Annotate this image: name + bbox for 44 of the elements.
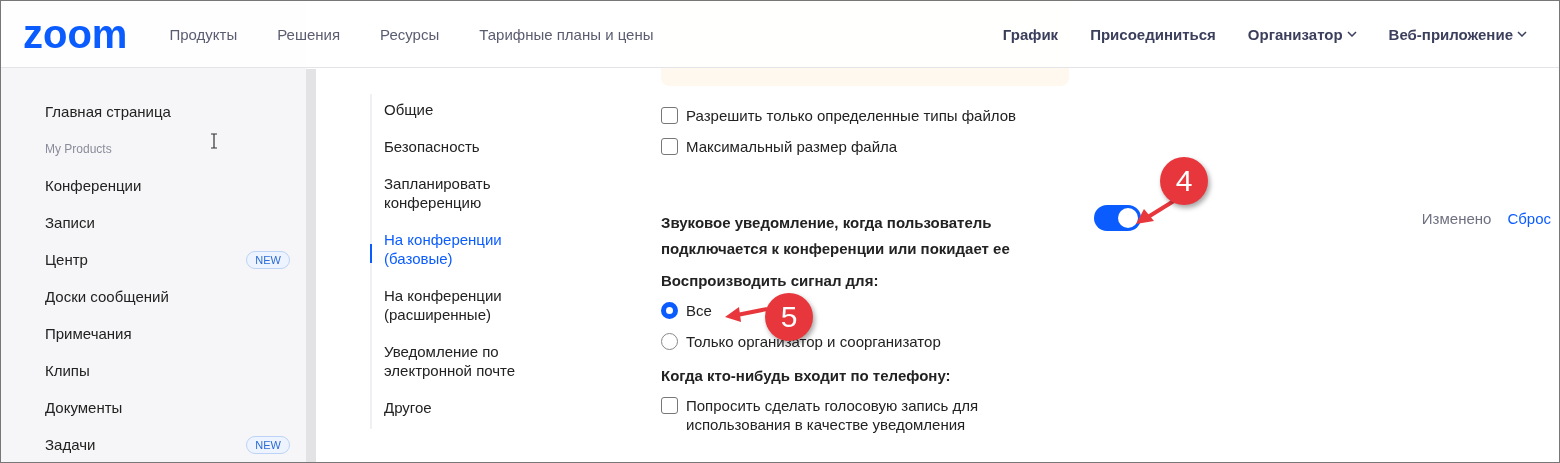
sidebar-item[interactable]: Центр NEW — [45, 241, 306, 278]
sidebar-item[interactable]: Документы — [45, 389, 306, 426]
nav-dropdown[interactable]: Веб-приложение — [1388, 25, 1527, 43]
sidebar-item[interactable]: Записи — [45, 204, 306, 241]
nav-link[interactable]: График — [1002, 25, 1059, 43]
sidebar-item[interactable]: Конференции — [45, 167, 306, 204]
checkbox-label: Разрешить только определенные типы файлов — [686, 106, 1016, 125]
settings-menu-item[interactable]: Уведомление по электронной почте — [372, 336, 532, 386]
modified-status: Изменено — [1421, 210, 1492, 227]
setting-heading: Когда кто-нибудь входит по телефону: — [661, 367, 952, 384]
nav-link[interactable]: Продукты — [169, 25, 238, 43]
setting-heading: Воспроизводить сигнал для: — [661, 272, 880, 289]
sidebar-item[interactable]: Клипы — [45, 352, 306, 389]
settings-menu-item[interactable]: На конференции (базовые) — [372, 224, 532, 274]
nav-link[interactable]: Ресурсы — [380, 25, 440, 43]
nav-link[interactable]: Тарифные планы и цены — [479, 25, 654, 43]
sidebar-item[interactable]: Примечания — [45, 315, 306, 352]
zoom-logo[interactable]: zoom — [23, 11, 128, 57]
new-badge: NEW — [246, 250, 290, 269]
checkbox[interactable] — [661, 107, 678, 124]
checkbox-label: Максимальный размер файла — [686, 137, 898, 156]
setting-title: Звуковое уведомление, когда пользователь подключается к конференции или покидает ее — [661, 213, 1011, 259]
settings-menu-item[interactable]: Запланировать конференцию — [372, 168, 532, 218]
sidebar-item[interactable]: Главная страница — [45, 93, 306, 130]
new-badge: NEW — [246, 435, 290, 454]
radio-label: Все — [686, 301, 712, 320]
settings-menu-item[interactable]: На конференции (расширенные) — [372, 280, 532, 330]
nav-link[interactable]: Присоединиться — [1090, 25, 1216, 43]
nav-link[interactable]: Решения — [277, 25, 341, 43]
radio-button[interactable] — [661, 333, 678, 350]
radio-button[interactable] — [661, 302, 678, 319]
reset-link[interactable]: Сброс — [1507, 210, 1551, 227]
nav-dropdown[interactable]: Организатор — [1247, 25, 1357, 43]
sidebar-item[interactable]: Доски сообщений — [45, 278, 306, 315]
checkbox-label: Попросить сделать голосовую запись для использования в качестве уведомления — [686, 396, 980, 434]
toggle-switch[interactable] — [1094, 205, 1141, 231]
sidebar-heading: My Products — [45, 140, 112, 158]
text-cursor-icon — [210, 133, 218, 149]
checkbox[interactable] — [661, 138, 678, 155]
checkbox[interactable] — [661, 397, 678, 414]
callout-number: 4 — [1160, 157, 1208, 205]
sidebar-item-label: Центр — [45, 251, 88, 268]
sidebar-item[interactable]: Задачи NEW — [45, 426, 306, 462]
sidebar-item-label: Задачи — [45, 436, 96, 453]
